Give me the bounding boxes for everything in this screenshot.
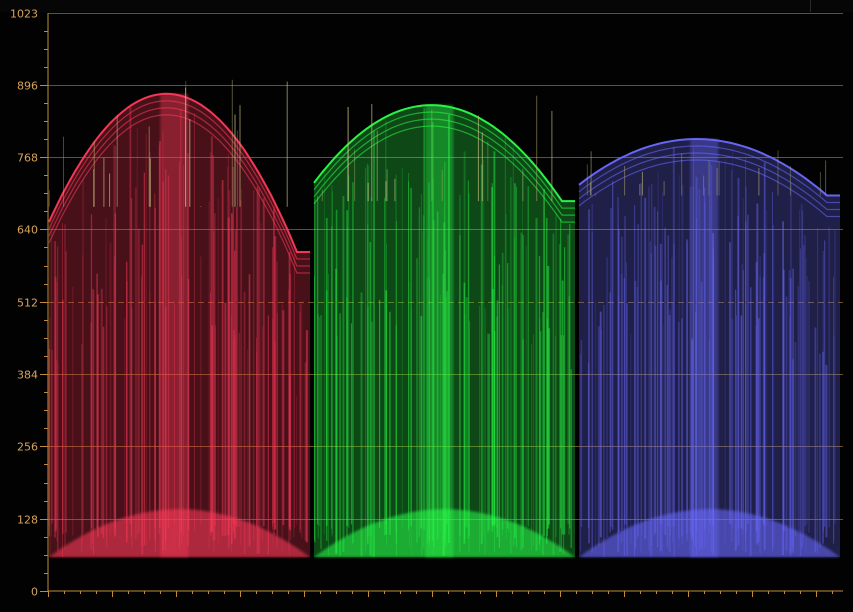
y-tick-label-640: 640 xyxy=(17,224,38,237)
waveform-highlight-column xyxy=(425,105,454,558)
waveform-highlight-column xyxy=(160,93,189,558)
waveform-highlight-column xyxy=(690,139,719,558)
y-tick-label-128: 128 xyxy=(17,514,38,527)
y-tick-label-896: 896 xyxy=(17,80,38,93)
y-tick-label-512: 512 xyxy=(17,297,38,310)
waveform-panel-3 xyxy=(578,137,840,558)
rgb-parade-scope: 1023 896 768 640 512 384 256 128 0 xyxy=(0,0,853,612)
y-tick-label-0: 0 xyxy=(31,586,38,599)
waveforms xyxy=(48,79,840,558)
waveform-panel-2 xyxy=(313,95,575,558)
parade-chart: 1023 896 768 640 512 384 256 128 0 xyxy=(10,8,843,599)
waveform-panel-1 xyxy=(48,79,310,558)
y-tick-label-768: 768 xyxy=(17,152,38,165)
y-tick-label-256: 256 xyxy=(17,441,38,454)
y-tick-label-384: 384 xyxy=(17,369,38,382)
y-tick-label-1023: 1023 xyxy=(10,8,38,21)
